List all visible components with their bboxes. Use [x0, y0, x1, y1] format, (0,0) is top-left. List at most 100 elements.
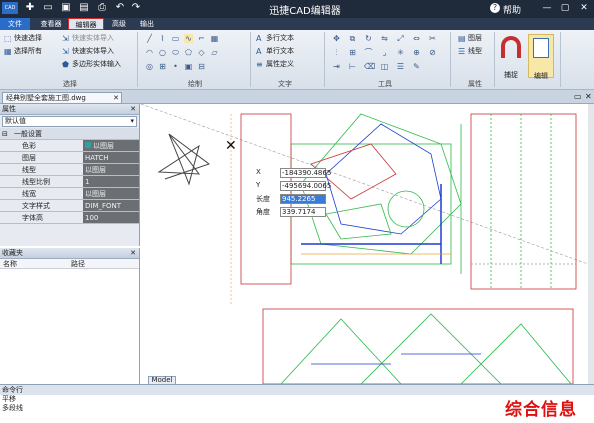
- import-icon: ⇲: [62, 47, 69, 56]
- insert-icon[interactable]: ⊞: [158, 62, 167, 71]
- color-swatch: [85, 142, 91, 148]
- property-row[interactable]: 线型比例 1: [0, 176, 139, 188]
- close-tab-icon[interactable]: ✕: [113, 93, 119, 103]
- open-icon[interactable]: ▭: [42, 2, 54, 14]
- drawing-canvas[interactable]: ✕ X -184390.4865 Y -495694.0065 长度 945.2…: [141, 104, 588, 384]
- restore-icon[interactable]: ▭: [574, 92, 582, 101]
- properties-combo[interactable]: 默认值 ▾: [2, 116, 137, 127]
- table-icon[interactable]: ⊟: [197, 62, 206, 71]
- collapse-icon[interactable]: ⊟: [0, 128, 10, 139]
- rectangle-icon[interactable]: ▭: [171, 34, 180, 43]
- wipeout-icon[interactable]: ▱: [210, 48, 219, 57]
- dot-icon[interactable]: •: [171, 62, 180, 71]
- linetype-button[interactable]: ☰ 线型: [458, 46, 482, 56]
- plan-walls: [325, 123, 442, 235]
- editor-icon: [533, 38, 549, 58]
- spline-icon[interactable]: ∿: [184, 34, 193, 43]
- polyline-icon[interactable]: ⌇: [158, 34, 167, 43]
- group-separator: [494, 32, 495, 87]
- break-icon[interactable]: ⊘: [428, 48, 437, 57]
- dtext-button[interactable]: A 单行文本: [256, 46, 294, 56]
- watermark: 综合信息: [505, 400, 577, 420]
- quick-select-button[interactable]: ⬚ 快速选择: [4, 33, 42, 43]
- lower-roof: [360, 313, 502, 384]
- block-icon[interactable]: ◎: [145, 62, 154, 71]
- attdef-button[interactable]: ≡ 属性定义: [256, 59, 294, 69]
- stretch-icon[interactable]: ⇔: [412, 34, 421, 43]
- tab-viewer[interactable]: 查看器: [36, 18, 66, 30]
- tab-advanced[interactable]: 高级: [106, 18, 132, 30]
- minimize-button[interactable]: —: [540, 2, 554, 14]
- new-icon[interactable]: ✚: [24, 2, 36, 14]
- mirror-icon[interactable]: ⇋: [380, 34, 389, 43]
- tab-file[interactable]: 文件: [0, 18, 30, 30]
- circle-icon[interactable]: ○: [158, 48, 167, 57]
- fillet-icon[interactable]: ⌒: [364, 48, 373, 57]
- save-icon[interactable]: ▣: [60, 2, 72, 14]
- tab-editor[interactable]: 编辑器: [68, 18, 104, 30]
- measure-icon[interactable]: ⊢: [348, 62, 357, 71]
- undo-icon[interactable]: ↶: [114, 2, 126, 14]
- extend-icon[interactable]: ⇥: [332, 62, 341, 71]
- close-panel-icon[interactable]: ✕: [130, 104, 136, 115]
- ellipse-icon[interactable]: ⬭: [171, 48, 180, 57]
- close-doc-icon[interactable]: ✕: [585, 92, 592, 101]
- property-row[interactable]: 线型 以图层: [0, 164, 139, 176]
- polygon-entity-input-button[interactable]: ⬟ 多边形实体输入: [62, 59, 121, 69]
- group-label-select: 选择: [63, 80, 77, 88]
- erase-icon[interactable]: ⌫: [364, 62, 375, 71]
- editor-button[interactable]: 编辑: [528, 34, 554, 80]
- property-row[interactable]: 文字样式 DIM_FONT: [0, 200, 139, 212]
- arc-icon[interactable]: ◠: [145, 48, 154, 57]
- print-icon[interactable]: ⎙: [96, 2, 108, 14]
- help-label[interactable]: 帮助: [503, 3, 521, 16]
- chamfer-icon[interactable]: ⌟: [380, 48, 389, 57]
- save-as-icon[interactable]: ▤: [78, 2, 90, 14]
- vertical-scrollbar[interactable]: [588, 104, 594, 384]
- explode-icon[interactable]: ✳: [396, 48, 405, 57]
- matchprop-icon[interactable]: ✎: [412, 62, 421, 71]
- region-icon[interactable]: ◇: [197, 48, 206, 57]
- line-icon[interactable]: ╱: [145, 34, 154, 43]
- close-panel-icon[interactable]: ✕: [130, 248, 136, 259]
- scale-icon[interactable]: ⤢: [396, 34, 405, 43]
- align-icon[interactable]: ☰: [396, 62, 405, 71]
- close-button[interactable]: ✕: [577, 2, 591, 14]
- properties-section[interactable]: ⊟ 一般设置: [0, 128, 139, 140]
- redo-icon[interactable]: ↷: [130, 2, 142, 14]
- app-logo[interactable]: CAD: [2, 2, 18, 14]
- group-separator: [250, 32, 251, 87]
- command-line-header: 命令行: [0, 385, 594, 395]
- join-icon[interactable]: ⊕: [412, 48, 421, 57]
- hatch-icon[interactable]: ▦: [210, 34, 219, 43]
- property-row[interactable]: 线宽 以图层: [0, 188, 139, 200]
- plan-detail: [325, 203, 392, 240]
- quick-entity-import-button-1[interactable]: ⇲ 快速实体导入: [62, 33, 114, 43]
- attdef-icon: ≡: [256, 60, 263, 69]
- image-icon[interactable]: ▣: [184, 62, 193, 71]
- tab-output[interactable]: 输出: [134, 18, 160, 30]
- offset-icon[interactable]: ⫶: [332, 48, 341, 57]
- layers-button[interactable]: ▤ 图层: [458, 33, 482, 43]
- snap-button[interactable]: 捕捉: [498, 34, 524, 79]
- mtext-button[interactable]: A 多行文本: [256, 33, 294, 43]
- move-icon[interactable]: ✥: [332, 34, 341, 43]
- property-row[interactable]: 色彩 以图层: [0, 140, 139, 152]
- maximize-button[interactable]: ▢: [558, 2, 572, 14]
- select-all-button[interactable]: ▦ 选择所有: [4, 46, 42, 56]
- polygon-draw-icon[interactable]: ⬠: [184, 48, 193, 57]
- group-icon[interactable]: ◫: [380, 62, 389, 71]
- rotate-icon[interactable]: ↻: [364, 34, 373, 43]
- quick-entity-import-button-2[interactable]: ⇲ 快速实体导入: [62, 46, 114, 56]
- help-icon[interactable]: ?: [490, 3, 500, 13]
- property-row[interactable]: 字体高 100: [0, 212, 139, 224]
- import-icon: ⇲: [62, 34, 69, 43]
- favorites-column-header: 名称 路径: [0, 259, 139, 269]
- array-icon[interactable]: ⊞: [348, 48, 357, 57]
- copy-icon[interactable]: ⧉: [348, 34, 357, 43]
- property-row[interactable]: 图层 HATCH: [0, 152, 139, 164]
- document-tab[interactable]: 经典别墅全套施工图.dwg ✕: [2, 92, 122, 104]
- point-icon[interactable]: ⌐: [197, 34, 206, 43]
- trim-icon[interactable]: ✂: [428, 34, 437, 43]
- polygon-icon: ⬟: [62, 60, 69, 69]
